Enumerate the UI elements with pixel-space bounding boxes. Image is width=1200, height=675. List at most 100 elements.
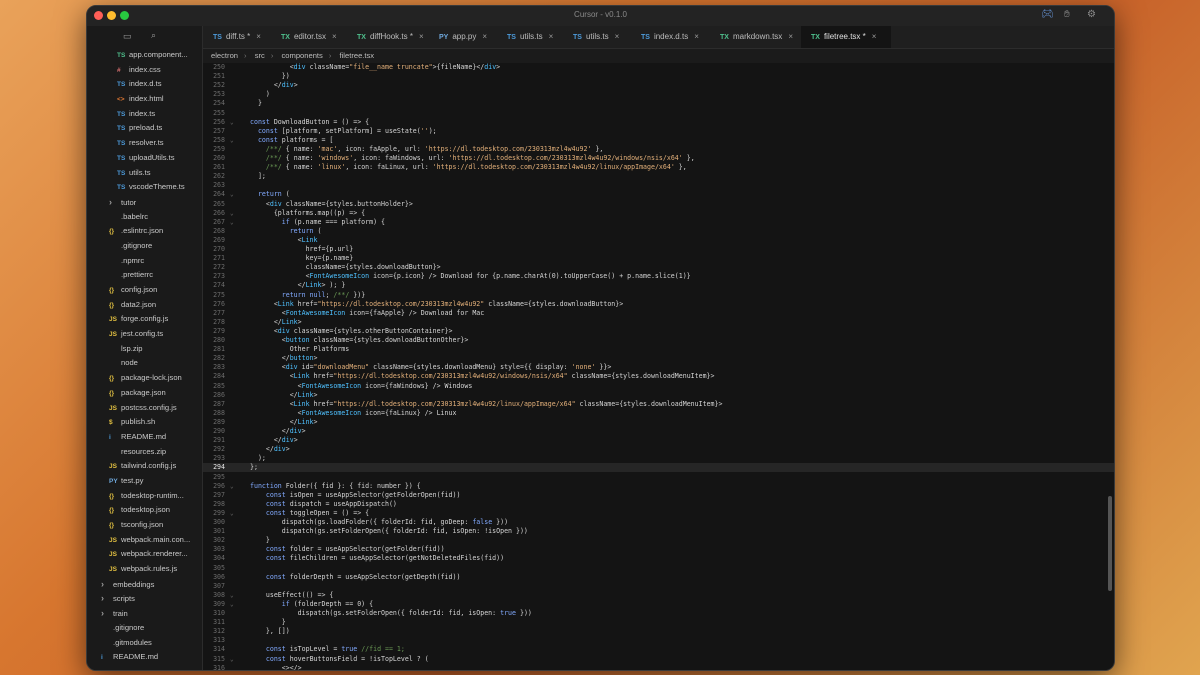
code-line: 306 const folderDepth = useAppSelector(g… xyxy=(203,573,1114,582)
hand-icon[interactable]: ✋︎ xyxy=(1064,9,1070,20)
editor-tab[interactable]: TX editor.tsx × xyxy=(271,26,347,48)
breadcrumb-item[interactable]: components xyxy=(281,51,322,60)
close-icon[interactable]: × xyxy=(549,32,554,41)
file-tree-item[interactable]: {} package-lock.json xyxy=(87,371,202,386)
close-icon[interactable]: × xyxy=(788,32,793,41)
chevron-right-icon: › xyxy=(101,608,104,619)
file-tree-label: package.json xyxy=(121,387,166,397)
file-tree-item[interactable]: JS postcss.config.js xyxy=(87,401,202,416)
close-icon[interactable]: × xyxy=(694,32,699,41)
search-icon[interactable]: ⌕ xyxy=(151,30,156,41)
file-tree-item[interactable]: # index.css xyxy=(87,63,202,78)
file-tree-item[interactable]: › embeddings xyxy=(87,577,202,592)
file-tree-item[interactable]: TS app.component... xyxy=(87,48,202,63)
fold-chevron-icon[interactable]: ⌄ xyxy=(230,509,234,518)
file-tree-item[interactable]: TS vscodeTheme.ts xyxy=(87,180,202,195)
file-tree-label: .eslintrc.json xyxy=(121,226,164,236)
code-text: </Link> xyxy=(250,317,302,326)
file-tree-item[interactable]: JS tailwind.config.js xyxy=(87,459,202,474)
editor-tab[interactable]: PY app.py × xyxy=(429,26,497,48)
file-type-icon: TS xyxy=(117,52,126,59)
editor-tab[interactable]: TS index.d.ts × xyxy=(631,26,710,48)
file-tree-item[interactable]: i README.md xyxy=(87,650,202,665)
breadcrumb-item[interactable]: src xyxy=(255,51,265,60)
file-tree-item[interactable]: JS jest.config.ts xyxy=(87,327,202,342)
code-line: 303 const folder = useAppSelector(getFol… xyxy=(203,545,1114,554)
file-tree-item[interactable]: .npmrc xyxy=(87,254,202,269)
file-tree-item[interactable]: .gitmodules xyxy=(87,636,202,651)
file-tree-item[interactable]: {} package.json xyxy=(87,386,202,401)
files-icon[interactable]: ▭ xyxy=(123,31,132,42)
file-tree-item[interactable]: {} .eslintrc.json xyxy=(87,224,202,239)
fold-chevron-icon[interactable]: ⌄ xyxy=(230,482,234,491)
file-tree-item[interactable]: .gitignore xyxy=(87,621,202,636)
code-line: 273 <FontAwesomeIcon icon={p.icon} /> Do… xyxy=(203,272,1114,281)
code-text: const isTopLevel = true //fid == 1; xyxy=(265,645,405,654)
file-tree-item[interactable]: $ publish.sh xyxy=(87,415,202,430)
line-number: 314 xyxy=(213,645,225,654)
fold-chevron-icon[interactable]: ⌄ xyxy=(230,600,234,609)
file-tree-item[interactable]: TS index.ts xyxy=(87,107,202,122)
file-tree-item[interactable]: {} tsconfig.json xyxy=(87,518,202,533)
close-icon[interactable]: × xyxy=(482,32,487,41)
code-editor[interactable]: 250 <div className="file__name truncate"… xyxy=(203,63,1114,670)
file-tree-item[interactable]: TS utils.ts xyxy=(87,166,202,181)
file-tree-item[interactable]: {} config.json xyxy=(87,283,202,298)
file-tree-item[interactable]: JS webpack.renderer... xyxy=(87,547,202,562)
breadcrumb-item[interactable]: filetree.tsx xyxy=(340,51,375,60)
file-tree-item[interactable]: {} data2.json xyxy=(87,298,202,313)
fold-chevron-icon[interactable]: ⌄ xyxy=(230,655,234,664)
editor-tab[interactable]: TS utils.ts × xyxy=(563,26,631,48)
file-tree-item[interactable]: {} todesktop-runtim... xyxy=(87,489,202,504)
fold-chevron-icon[interactable]: ⌄ xyxy=(230,218,234,227)
code-text: {platforms.map((p) => { xyxy=(250,208,366,217)
close-icon[interactable]: × xyxy=(615,32,620,41)
fold-chevron-icon[interactable]: ⌄ xyxy=(230,591,234,600)
file-tree-item[interactable]: › scripts xyxy=(87,591,202,606)
close-icon[interactable]: × xyxy=(872,32,877,41)
code-text: if (folderDepth == 0) { xyxy=(281,599,374,608)
file-tree-item[interactable]: JS forge.config.js xyxy=(87,312,202,327)
file-tree-item[interactable]: <> index.html xyxy=(87,92,202,107)
file-tree-item[interactable]: .gitignore xyxy=(87,239,202,254)
file-tree-item[interactable]: TS resolver.ts xyxy=(87,136,202,151)
file-type-icon: $ xyxy=(109,419,113,427)
file-tree-item[interactable]: JS webpack.main.con... xyxy=(87,533,202,548)
file-tree-item[interactable]: node xyxy=(87,356,202,371)
fold-chevron-icon[interactable]: ⌄ xyxy=(230,209,234,218)
fold-chevron-icon[interactable]: ⌄ xyxy=(230,136,234,145)
editor-tab[interactable]: TX filetree.tsx * × xyxy=(801,26,891,48)
editor-tab[interactable]: TS utils.ts × xyxy=(497,26,563,48)
file-tree-item[interactable]: PY test.py xyxy=(87,474,202,489)
fold-chevron-icon[interactable]: ⌄ xyxy=(230,118,234,127)
file-type-icon: {} xyxy=(109,522,115,529)
gamepad-icon[interactable]: 🎮︎ xyxy=(1041,9,1054,20)
file-tree-item[interactable]: TS index.d.ts xyxy=(87,77,202,92)
file-tree-item[interactable]: TS uploadUtils.ts xyxy=(87,151,202,166)
file-type-icon: TS xyxy=(117,110,126,118)
editor-tab[interactable]: TX diffHook.ts * × xyxy=(347,26,429,48)
close-icon[interactable]: × xyxy=(256,32,261,41)
fold-chevron-icon[interactable]: ⌄ xyxy=(230,190,234,199)
editor-tab[interactable]: TX markdown.tsx × xyxy=(710,26,801,48)
file-tree-item[interactable]: resources.zip xyxy=(87,445,202,460)
file-tree-item[interactable]: lsp.zip xyxy=(87,342,202,357)
close-icon[interactable]: × xyxy=(332,32,337,41)
file-tree-item[interactable]: .prettierrc xyxy=(87,268,202,283)
file-tree-item[interactable]: {} todesktop.json xyxy=(87,503,202,518)
file-tree-item[interactable]: TS preload.ts xyxy=(87,121,202,136)
gear-icon[interactable]: ⚙︎ xyxy=(1087,9,1096,20)
file-tree-item[interactable]: .babelrc xyxy=(87,210,202,225)
line-number: 284 xyxy=(213,372,225,381)
file-tree-item[interactable]: JS webpack.rules.js xyxy=(87,562,202,577)
file-tree-item[interactable]: i README.md xyxy=(87,430,202,445)
file-tree-item[interactable]: › tutor xyxy=(87,195,202,210)
line-number: 298 xyxy=(213,499,225,508)
file-tree-label: jest.config.ts xyxy=(121,329,164,339)
file-tree-item[interactable]: › train xyxy=(87,606,202,621)
editor-tab[interactable]: TS diff.ts * × xyxy=(203,26,271,48)
code-text: <FontAwesomeIcon icon={faWindows} /> Win… xyxy=(250,381,473,390)
close-icon[interactable]: × xyxy=(419,32,424,41)
breadcrumb-item[interactable]: electron xyxy=(211,51,238,60)
file-tree-label: .gitmodules xyxy=(113,637,152,647)
